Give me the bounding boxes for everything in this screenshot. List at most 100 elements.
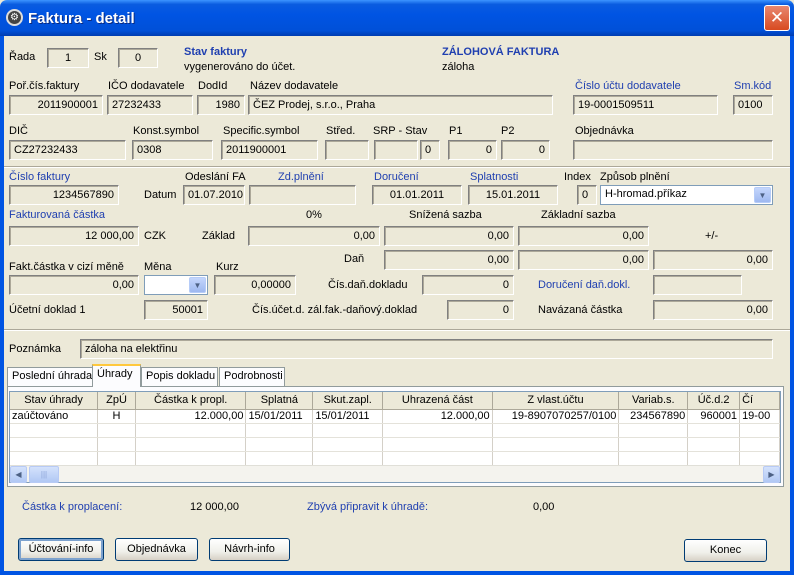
column-header[interactable]: Stav úhrady (10, 392, 99, 410)
ucetni-doklad-field[interactable]: 50001 (144, 300, 208, 320)
column-header[interactable]: Částka k propl. (135, 392, 247, 410)
cell-skut-zapl: 15/01/2011 (312, 409, 384, 424)
nazev-field[interactable]: ČEZ Prodej, s.r.o., Praha (248, 95, 553, 115)
ucet-field[interactable]: 19-0001509511 (573, 95, 718, 115)
dic-field[interactable]: CZ27232433 (9, 140, 126, 160)
horizontal-scrollbar[interactable]: ◀ ||| ▶ (10, 465, 780, 483)
kurz-field[interactable]: 0,00000 (214, 275, 296, 295)
scroll-thumb[interactable]: ||| (29, 466, 59, 483)
scroll-left-icon[interactable]: ◀ (10, 466, 27, 483)
table-row[interactable]: zaúčtováno H 12.000,00 15/01/2011 15/01/… (10, 409, 780, 424)
column-header[interactable]: Skut.zapl. (312, 392, 384, 410)
cell-castka: 12.000,00 (135, 409, 247, 424)
separator (4, 166, 790, 168)
spec-field[interactable]: 2011900001 (221, 140, 318, 160)
uctovani-info-button[interactable]: Účtování-info (18, 538, 104, 561)
doruceni-field[interactable]: 01.01.2011 (372, 185, 462, 205)
srp-field[interactable] (374, 140, 418, 160)
chevron-down-icon[interactable]: ▼ (189, 277, 206, 293)
column-header[interactable]: Variab.s. (618, 392, 689, 410)
objednavka-button[interactable]: Objednávka (115, 538, 198, 561)
tab-podrobnosti[interactable]: Podrobnosti (219, 367, 285, 386)
mena-label: Měna (144, 261, 172, 273)
zaklad-0-field[interactable]: 0,00 (248, 226, 380, 246)
plusminus-label: +/- (705, 230, 719, 242)
p1-field[interactable]: 0 (448, 140, 497, 160)
zpusob-plneni-select[interactable]: H-hromad.příkaz ▼ (600, 185, 773, 205)
poznamka-field[interactable]: záloha na elektřinu (80, 339, 773, 359)
stred-field[interactable] (325, 140, 369, 160)
column-header[interactable]: ZpÚ (97, 392, 136, 410)
cell-ci: 19-00 (739, 409, 780, 424)
plusminus-field[interactable]: 0,00 (653, 250, 773, 270)
dodid-field[interactable]: 1980 (197, 95, 245, 115)
tab-posledni-uhrada[interactable]: Poslední úhrada (7, 367, 93, 386)
title-bar: ⚙ Faktura - detail ✕ (0, 0, 794, 36)
close-button[interactable]: ✕ (764, 5, 790, 31)
porcis-field[interactable]: 2011900001 (9, 95, 103, 115)
column-header[interactable]: Čí (739, 392, 780, 410)
separator (4, 329, 790, 331)
splatnost-field[interactable]: 15.01.2011 (468, 185, 558, 205)
navazana-castka-label: Navázaná částka (538, 304, 623, 316)
rada-field[interactable]: 1 (47, 48, 89, 68)
zbyva-pripravit-label: Zbývá připravit k úhradě: (307, 501, 429, 513)
cizi-mena-field[interactable]: 0,00 (9, 275, 139, 295)
cis-dan-dokladu-field[interactable]: 0 (422, 275, 514, 295)
nazev-label: Název dodavatele (250, 80, 339, 92)
p2-field[interactable]: 0 (501, 140, 550, 160)
datum-label: Datum (144, 189, 177, 201)
zd-plneni-field[interactable] (249, 185, 356, 205)
srp-stav-field[interactable]: 0 (420, 140, 440, 160)
splatnost-label: Splatnosti (470, 171, 519, 183)
castka-k-proplaceni-value: 12 000,00 (190, 501, 239, 513)
smkod-field[interactable]: 0100 (733, 95, 773, 115)
doruceni-dan-dokl-field[interactable] (653, 275, 742, 295)
sk-label: Sk (94, 51, 107, 63)
table-row[interactable] (10, 451, 780, 466)
objednavka-field[interactable] (573, 140, 773, 160)
table-row[interactable] (10, 437, 780, 452)
index-field[interactable]: 0 (577, 185, 597, 205)
dan-snizena-field[interactable]: 0,00 (384, 250, 514, 270)
cell-stav: zaúčtováno (10, 409, 99, 424)
objednavka-label: Objednávka (575, 125, 634, 137)
cell-uhrazena: 12.000,00 (382, 409, 493, 424)
zaklad-snizena-field[interactable]: 0,00 (384, 226, 514, 246)
poznamka-label: Poznámka (9, 343, 61, 355)
scroll-right-icon[interactable]: ▶ (763, 466, 780, 483)
cislo-faktury-field[interactable]: 1234567890 (9, 185, 119, 205)
mena-select[interactable]: ▼ (144, 275, 208, 295)
cis-ucet-d-field[interactable]: 0 (447, 300, 514, 320)
column-header[interactable]: Uhrazená část (382, 392, 493, 410)
sk-field[interactable]: 0 (118, 48, 158, 68)
zaklad-zakladni-field[interactable]: 0,00 (518, 226, 649, 246)
chevron-down-icon[interactable]: ▼ (754, 187, 771, 203)
tab-popis-dokladu[interactable]: Popis dokladu (141, 367, 218, 386)
pct0-label: 0% (306, 209, 322, 221)
navrh-info-button[interactable]: Návrh-info (209, 538, 290, 561)
dic-label: DIČ (9, 125, 28, 137)
column-header[interactable]: Z vlast.účtu (492, 392, 620, 410)
tab-uhrady[interactable]: Úhrady (92, 364, 141, 387)
cell-splatna: 15/01/2011 (245, 409, 314, 424)
column-header[interactable]: Splatná (245, 392, 314, 410)
navazana-castka-field[interactable]: 0,00 (653, 300, 773, 320)
kurz-label: Kurz (216, 261, 239, 273)
konst-field[interactable]: 0308 (132, 140, 213, 160)
table-row[interactable] (10, 423, 780, 438)
stav-faktury-label: Stav faktury (184, 46, 247, 58)
grid-header-row: Stav úhrady ZpÚ Částka k propl. Splatná … (10, 392, 780, 410)
odeslani-field[interactable]: 01.07.2010 (183, 185, 245, 205)
ico-field[interactable]: 27232433 (107, 95, 193, 115)
dan-zakladni-field[interactable]: 0,00 (518, 250, 649, 270)
column-header[interactable]: Úč.d.2 (687, 392, 741, 410)
cis-dan-dokladu-label: Čís.daň.dokladu (328, 279, 408, 291)
spec-label: Specific.symbol (223, 125, 300, 137)
zpusob-plneni-value: H-hromad.příkaz (605, 188, 687, 200)
cell-zpu: H (97, 409, 136, 424)
konec-button[interactable]: Konec (684, 539, 767, 562)
fakturovana-castka-field[interactable]: 12 000,00 (9, 226, 139, 246)
window-frame-bottom (0, 571, 794, 575)
dodid-label: DodId (198, 80, 228, 92)
